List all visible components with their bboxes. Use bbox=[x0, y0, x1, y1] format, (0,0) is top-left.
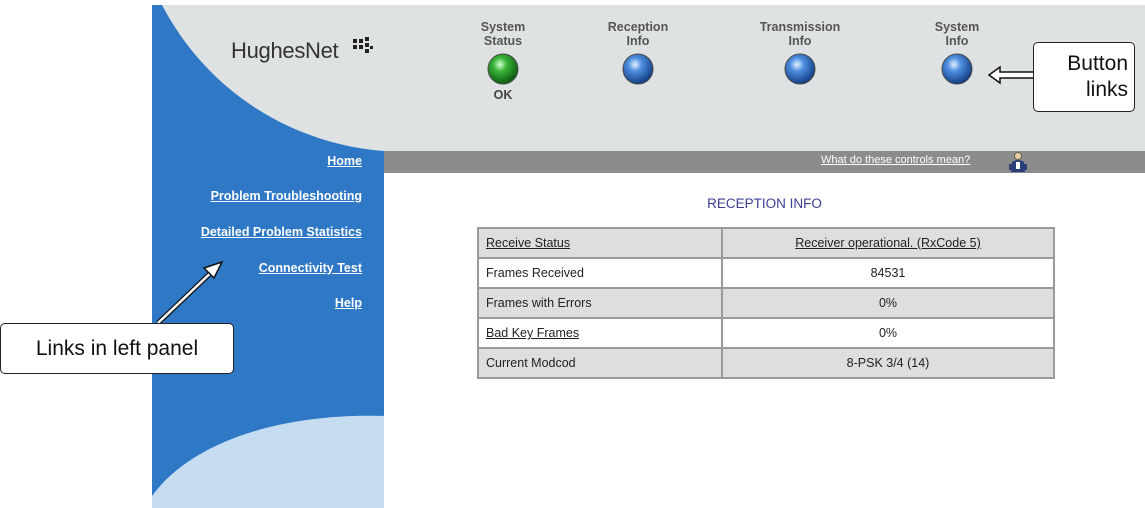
annotation-arrows bbox=[156, 65, 1033, 325]
callout-line: links bbox=[1085, 78, 1128, 101]
callout-button-links: Button links bbox=[1033, 42, 1135, 112]
callout-line: Button bbox=[1067, 52, 1128, 75]
left-panel-arrow-inner bbox=[157, 265, 219, 324]
button-links-arrow bbox=[987, 65, 1033, 85]
callout-links-in-left-panel: Links in left panel bbox=[0, 323, 234, 374]
